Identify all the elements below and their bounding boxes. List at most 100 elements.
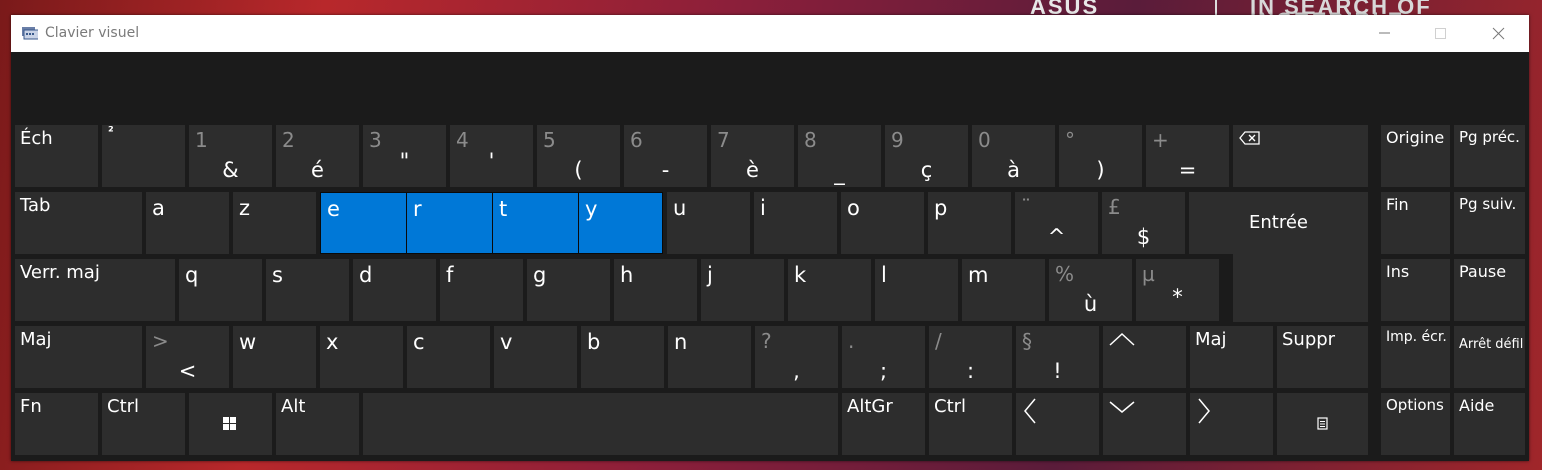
key-altgr[interactable]: AltGr	[842, 393, 925, 455]
key-shift-char: ¨	[1021, 195, 1031, 219]
key-u-grave[interactable]: % ù	[1049, 259, 1132, 321]
key-equals[interactable]: + =	[1146, 125, 1229, 187]
key-c[interactable]: c	[407, 326, 490, 388]
key-asterisk[interactable]: µ *	[1136, 259, 1219, 321]
key-p[interactable]: p	[928, 192, 1011, 254]
key-g[interactable]: g	[527, 259, 610, 321]
key-arrow-up[interactable]	[1103, 326, 1186, 388]
key-5[interactable]: 5(	[537, 125, 620, 187]
key-home[interactable]: Origine	[1381, 125, 1450, 187]
key-insert[interactable]: Ins	[1381, 259, 1450, 321]
key-shift-char: %	[1055, 262, 1075, 286]
key-y[interactable]: y	[578, 192, 663, 254]
key-d[interactable]: d	[353, 259, 436, 321]
key-tab[interactable]: Tab	[15, 192, 142, 254]
key-arrow-left[interactable]	[1016, 393, 1099, 455]
key-x[interactable]: x	[320, 326, 403, 388]
key-j[interactable]: j	[701, 259, 784, 321]
key-6[interactable]: 6-	[624, 125, 707, 187]
key-windows[interactable]	[189, 393, 272, 455]
key-1[interactable]: 1 &	[189, 125, 272, 187]
key-o[interactable]: o	[841, 192, 924, 254]
key-print-screen[interactable]: Imp. écr.	[1381, 326, 1450, 388]
key-ctrl-right[interactable]: Ctrl	[929, 393, 1012, 455]
key-h[interactable]: h	[614, 259, 697, 321]
background-brand: ASUS	[1030, 0, 1100, 16]
key-7[interactable]: 7è	[711, 125, 794, 187]
key-less-than[interactable]: > <	[146, 326, 229, 388]
key-char: &	[222, 158, 239, 182]
key-b[interactable]: b	[581, 326, 664, 388]
key-space[interactable]	[363, 393, 838, 455]
key-dollar[interactable]: £ $	[1102, 192, 1185, 254]
key-t[interactable]: t	[492, 192, 579, 254]
key-w[interactable]: w	[233, 326, 316, 388]
key-shift-char: 6	[630, 128, 643, 152]
key-enter-lower[interactable]	[1233, 254, 1368, 322]
key-shift-char: 5	[543, 128, 556, 152]
key-e[interactable]: e	[320, 192, 407, 254]
key-char: à	[1007, 158, 1020, 182]
key-z[interactable]: z	[233, 192, 316, 254]
key-4[interactable]: 4 '	[450, 125, 533, 187]
key-end[interactable]: Fin	[1381, 192, 1450, 254]
key-semicolon[interactable]: .;	[842, 326, 925, 388]
key-l[interactable]: l	[875, 259, 958, 321]
key-m[interactable]: m	[962, 259, 1045, 321]
key-colon[interactable]: /:	[929, 326, 1012, 388]
key-r[interactable]: r	[406, 192, 493, 254]
key-v[interactable]: v	[494, 326, 577, 388]
key-char: l	[881, 263, 887, 287]
key-3[interactable]: 3 "	[363, 125, 446, 187]
key-close-paren[interactable]: °)	[1059, 125, 1142, 187]
key-ctrl-left[interactable]: Ctrl	[102, 393, 185, 455]
key-shift-right[interactable]: Maj	[1190, 326, 1273, 388]
key-pause[interactable]: Pause	[1454, 259, 1525, 321]
key-arrow-right[interactable]	[1190, 393, 1273, 455]
key-caps-lock[interactable]: Verr. maj	[15, 259, 175, 321]
key-char: !	[1053, 359, 1062, 383]
key-superscript-2[interactable]: ²	[102, 125, 185, 187]
key-context-menu[interactable]	[1277, 393, 1368, 455]
key-label: Pause	[1459, 262, 1507, 281]
key-2[interactable]: 2é	[276, 125, 359, 187]
key-s[interactable]: s	[266, 259, 349, 321]
key-caret[interactable]: ¨ ^	[1015, 192, 1098, 254]
key-char: è	[746, 158, 759, 182]
key-i[interactable]: i	[754, 192, 837, 254]
key-shift-char: +	[1152, 128, 1169, 152]
key-shift-left[interactable]: Maj	[15, 326, 142, 388]
key-shift-char: /	[935, 329, 942, 353]
key-label: Origine	[1386, 128, 1445, 147]
key-arrow-down[interactable]	[1103, 393, 1186, 455]
key-char: ,	[793, 359, 800, 383]
key-exclamation[interactable]: §!	[1016, 326, 1099, 388]
key-0[interactable]: 0à	[972, 125, 1055, 187]
key-comma[interactable]: ?,	[755, 326, 838, 388]
key-k[interactable]: k	[788, 259, 871, 321]
key-a[interactable]: a	[146, 192, 229, 254]
key-escape[interactable]: Éch	[15, 125, 98, 187]
key-scroll-lock[interactable]: Arrêt défil	[1454, 326, 1525, 388]
key-page-up[interactable]: Pg préc.	[1454, 125, 1525, 187]
title-bar[interactable]: Clavier visuel	[11, 15, 1529, 52]
key-backspace[interactable]	[1233, 125, 1368, 187]
options-button[interactable]: Options	[1381, 393, 1450, 455]
minimize-button[interactable]	[1356, 15, 1414, 52]
chevron-up-icon	[1109, 332, 1135, 346]
maximize-button[interactable]	[1412, 15, 1470, 52]
key-q[interactable]: q	[179, 259, 262, 321]
key-f[interactable]: f	[440, 259, 523, 321]
key-n[interactable]: n	[668, 326, 751, 388]
key-alt[interactable]: Alt	[276, 393, 359, 455]
key-enter[interactable]: Entrée	[1189, 192, 1368, 254]
key-page-down[interactable]: Pg suiv.	[1454, 192, 1525, 254]
close-button[interactable]	[1470, 15, 1528, 52]
key-label: Arrêt défil	[1459, 337, 1524, 352]
key-8[interactable]: 8 _	[798, 125, 881, 187]
key-delete[interactable]: Suppr	[1277, 326, 1368, 388]
key-fn[interactable]: Fn	[15, 393, 98, 455]
key-9[interactable]: 9ç	[885, 125, 968, 187]
help-button[interactable]: Aide	[1454, 393, 1525, 455]
key-u[interactable]: u	[667, 192, 750, 254]
